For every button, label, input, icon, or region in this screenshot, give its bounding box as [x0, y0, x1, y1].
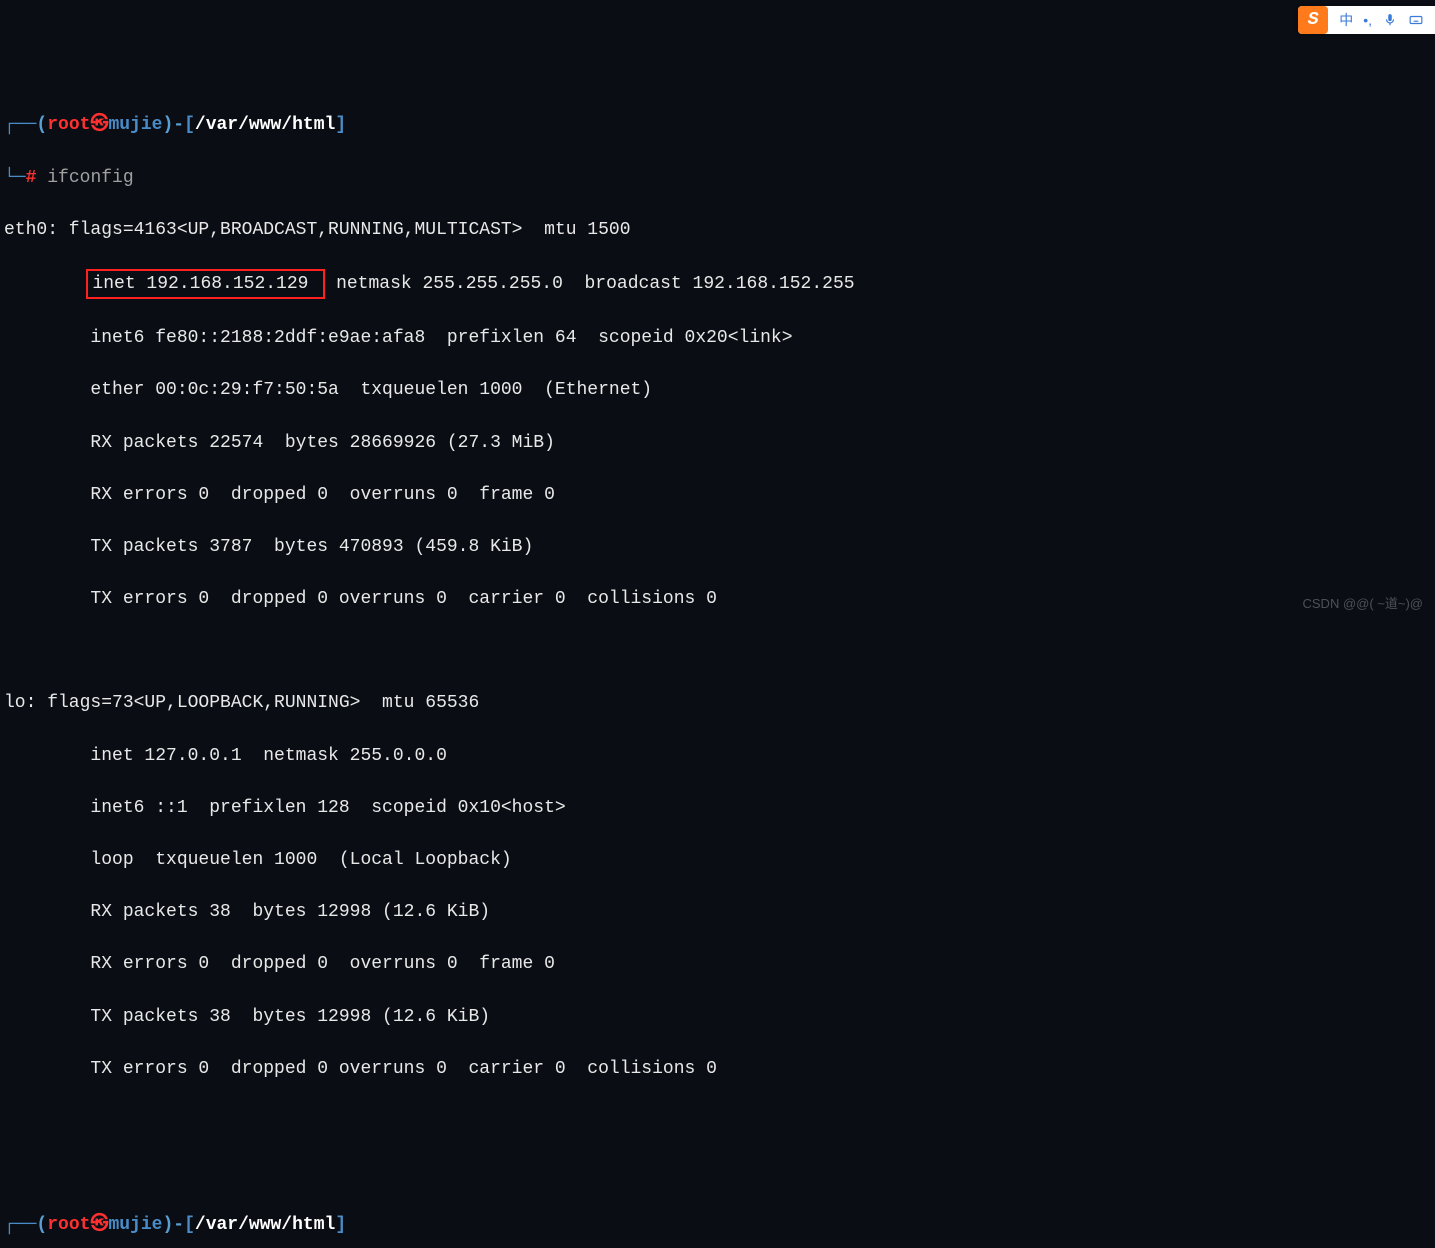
box-top-char: ┌──	[4, 115, 36, 135]
eth0-rx-errors: RX errors 0 dropped 0 overruns 0 frame 0	[0, 482, 1435, 508]
keyboard-icon[interactable]	[1408, 12, 1424, 28]
prompt-user: root	[47, 115, 90, 135]
eth0-header: eth0: flags=4163<UP,BROADCAST,RUNNING,MU…	[0, 217, 1435, 243]
ime-toolbar[interactable]: S 中 •,	[1298, 6, 1435, 34]
lo-tx-errors: TX errors 0 dropped 0 overruns 0 carrier…	[0, 1056, 1435, 1082]
prompt-line-2-top: ┌──(root㉿mujie)-[/var/www/html]	[0, 1212, 1435, 1238]
bracket-close-2: ]	[335, 1215, 346, 1235]
ime-punct-button[interactable]: •,	[1363, 10, 1372, 30]
microphone-icon[interactable]	[1382, 12, 1398, 28]
ime-lang-button[interactable]: 中	[1339, 10, 1353, 30]
box-bottom-char: └─	[4, 168, 26, 188]
prompt-path: /var/www/html	[195, 115, 335, 135]
lo-inet: inet 127.0.0.1 netmask 255.0.0.0	[0, 743, 1435, 769]
prompt-host: mujie	[108, 115, 162, 135]
eth0-inet6: inet6 fe80::2188:2ddf:e9ae:afa8 prefixle…	[0, 325, 1435, 351]
csdn-watermark: CSDN @@( ~道~)@	[1303, 595, 1424, 614]
prompt-at: ㉿	[90, 115, 108, 135]
blank-line-3	[0, 1160, 1435, 1186]
eth0-tx-errors: TX errors 0 dropped 0 overruns 0 carrier…	[0, 586, 1435, 612]
lo-rx-errors: RX errors 0 dropped 0 overruns 0 frame 0	[0, 951, 1435, 977]
prompt-line-1-bottom[interactable]: └─# ifconfig	[0, 165, 1435, 191]
paren-close-2: )	[162, 1215, 173, 1235]
blank-line-2	[0, 1108, 1435, 1134]
eth0-rx-packets: RX packets 22574 bytes 28669926 (27.3 Mi…	[0, 430, 1435, 456]
prompt-at-2: ㉿	[90, 1215, 108, 1235]
prompt-dash: -	[173, 115, 184, 135]
bracket-open-2: [	[184, 1215, 195, 1235]
prompt-path-2: /var/www/html	[195, 1215, 335, 1235]
eth0-ether: ether 00:0c:29:f7:50:5a txqueuelen 1000 …	[0, 377, 1435, 403]
prompt-hash: #	[26, 168, 37, 188]
blank-line	[0, 638, 1435, 664]
paren-open-2: (	[36, 1215, 47, 1235]
lo-tx-packets: TX packets 38 bytes 12998 (12.6 KiB)	[0, 1004, 1435, 1030]
prompt-user-2: root	[47, 1215, 90, 1235]
lo-rx-packets: RX packets 38 bytes 12998 (12.6 KiB)	[0, 899, 1435, 925]
lo-header: lo: flags=73<UP,LOOPBACK,RUNNING> mtu 65…	[0, 690, 1435, 716]
bracket-close: ]	[335, 115, 346, 135]
eth0-inet: inet 192.168.152.129 netmask 255.255.255…	[0, 269, 1435, 299]
ime-logo-icon[interactable]: S	[1298, 6, 1328, 34]
prompt-host-2: mujie	[108, 1215, 162, 1235]
inet-highlight-box: inet 192.168.152.129	[86, 269, 325, 299]
lo-inet6: inet6 ::1 prefixlen 128 scopeid 0x10<hos…	[0, 795, 1435, 821]
eth0-inet-rest: netmask 255.255.255.0 broadcast 192.168.…	[325, 274, 854, 294]
eth0-tx-packets: TX packets 3787 bytes 470893 (459.8 KiB)	[0, 534, 1435, 560]
command-text: ifconfig	[47, 168, 133, 188]
prompt-dash-2: -	[173, 1215, 184, 1235]
paren-close: )	[162, 115, 173, 135]
box-top-char-2: ┌──	[4, 1215, 36, 1235]
lo-loop: loop txqueuelen 1000 (Local Loopback)	[0, 847, 1435, 873]
paren-open: (	[36, 115, 47, 135]
prompt-line-1-top: ┌──(root㉿mujie)-[/var/www/html]	[0, 112, 1435, 138]
bracket-open: [	[184, 115, 195, 135]
